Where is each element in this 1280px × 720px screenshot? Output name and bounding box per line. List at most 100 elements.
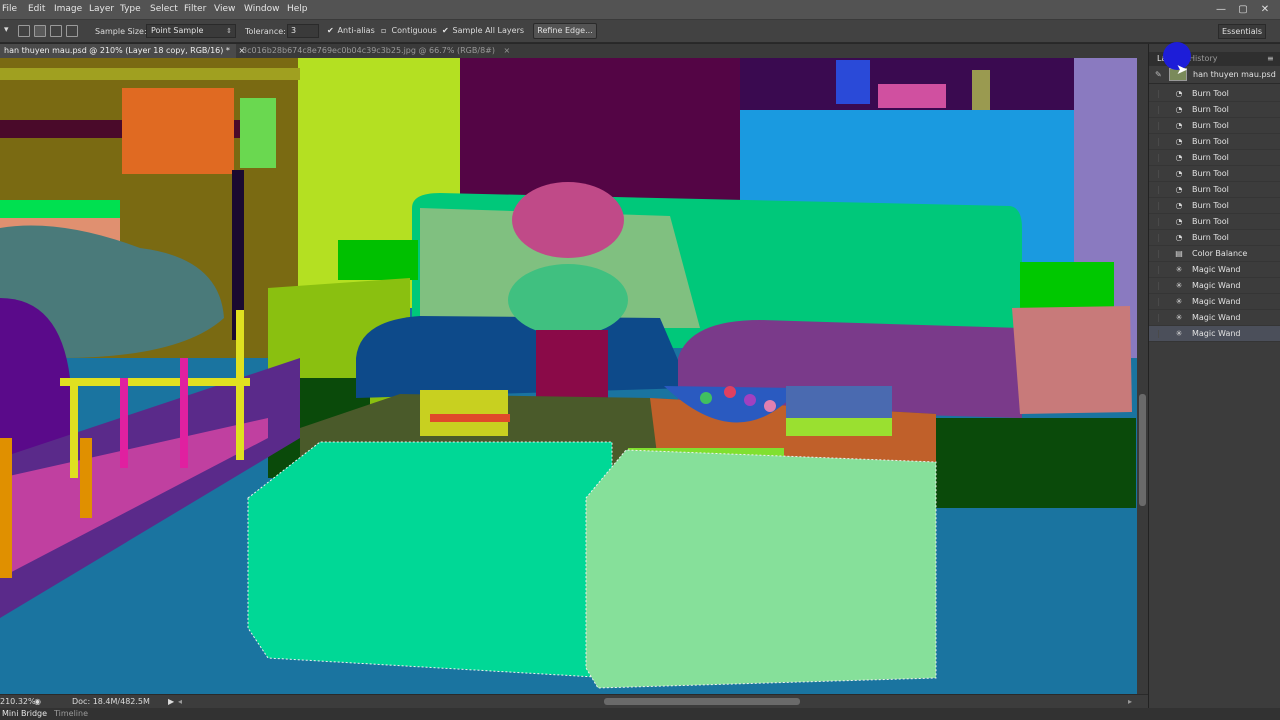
tab-timeline[interactable]: Timeline xyxy=(54,709,88,718)
magic-wand-icon: ✳ xyxy=(1175,297,1183,306)
sample-all-layers-checkbox[interactable]: ✔ Sample All Layers xyxy=(442,26,524,35)
segmentation-image xyxy=(0,58,1137,694)
history-source-slot[interactable] xyxy=(1158,138,1164,146)
history-item[interactable]: ◔ Burn Tool xyxy=(1149,150,1280,166)
left-ottoman xyxy=(247,441,613,679)
scroll-left-icon[interactable]: ◂ xyxy=(178,697,182,706)
refine-edge-button[interactable]: Refine Edge... xyxy=(533,23,597,39)
bottom-panel-bar: Mini Bridge Timeline xyxy=(0,708,1280,720)
history-item[interactable]: ◔ Burn Tool xyxy=(1149,166,1280,182)
history-item-label: Magic Wand xyxy=(1192,313,1241,322)
history-source-slot[interactable] xyxy=(1158,314,1164,322)
history-source-slot[interactable] xyxy=(1158,266,1164,274)
history-source-slot[interactable] xyxy=(1158,218,1164,226)
tab-label: han thuyen mau.psd @ 210% (Layer 18 copy… xyxy=(4,46,230,55)
menu-window[interactable]: Window xyxy=(244,4,280,14)
history-item-label: Burn Tool xyxy=(1192,169,1229,178)
history-item[interactable]: ✳ Magic Wand xyxy=(1149,262,1280,278)
history-item[interactable]: ▤ Color Balance xyxy=(1149,246,1280,262)
close-tab-icon[interactable]: × xyxy=(504,46,511,55)
menu-file[interactable]: File xyxy=(2,4,17,14)
restore-icon[interactable]: ▢ xyxy=(1236,3,1250,17)
history-item[interactable]: ◔ Burn Tool xyxy=(1149,86,1280,102)
document-tab-active[interactable]: han thuyen mau.psd @ 210% (Layer 18 copy… xyxy=(0,44,245,58)
history-item[interactable]: ◔ Burn Tool xyxy=(1149,118,1280,134)
history-source-slot[interactable] xyxy=(1158,250,1164,258)
book-stack xyxy=(420,390,508,436)
tolerance-input[interactable]: 3 xyxy=(287,24,319,38)
subtract-selection-icon[interactable] xyxy=(50,25,62,37)
history-item[interactable]: ◔ Burn Tool xyxy=(1149,230,1280,246)
menu-filter[interactable]: Filter xyxy=(184,4,206,14)
menu-type[interactable]: Type xyxy=(120,4,141,14)
close-icon[interactable]: ✕ xyxy=(1258,3,1272,17)
menu-select[interactable]: Select xyxy=(150,4,178,14)
status-menu-arrow-icon[interactable]: ▶ xyxy=(168,697,174,706)
orange-lamp-shade xyxy=(122,88,234,174)
magic-wand-icon: ✳ xyxy=(1175,281,1183,290)
menu-layer[interactable]: Layer xyxy=(89,4,114,14)
scroll-right-icon[interactable]: ▸ xyxy=(1128,697,1132,706)
history-source-slot[interactable] xyxy=(1158,106,1164,114)
history-item[interactable]: ◔ Burn Tool xyxy=(1149,198,1280,214)
options-bar: ▾ Sample Size: Point Sample ⇕ Tolerance:… xyxy=(0,20,1280,43)
history-item-label: Burn Tool xyxy=(1192,89,1229,98)
history-item[interactable]: ✳ Magic Wand xyxy=(1149,326,1280,342)
workspace-switcher[interactable]: Essentials xyxy=(1218,24,1266,39)
history-source-slot[interactable] xyxy=(1158,122,1164,130)
history-item[interactable]: ◔ Burn Tool xyxy=(1149,134,1280,150)
history-source-slot[interactable] xyxy=(1158,202,1164,210)
intersect-selection-icon[interactable] xyxy=(66,25,78,37)
history-item[interactable]: ◔ Burn Tool xyxy=(1149,102,1280,118)
menu-image[interactable]: Image xyxy=(54,4,82,14)
status-info-icon[interactable]: ◉ xyxy=(34,697,41,706)
history-item[interactable]: ◔ Burn Tool xyxy=(1149,214,1280,230)
history-item-label: Burn Tool xyxy=(1192,137,1229,146)
add-to-selection-icon[interactable] xyxy=(34,25,46,37)
pink-cushion xyxy=(1012,306,1132,414)
menu-edit[interactable]: Edit xyxy=(28,4,45,14)
tool-preset-chevron-icon[interactable]: ▾ xyxy=(4,25,9,35)
history-source-slot[interactable] xyxy=(1158,282,1164,290)
burn-tool-icon: ◔ xyxy=(1175,201,1183,210)
menu-help[interactable]: Help xyxy=(287,4,308,14)
history-item[interactable]: ✳ Magic Wand xyxy=(1149,294,1280,310)
panel-menu-icon[interactable]: ≡ xyxy=(1267,54,1274,63)
tab-history[interactable]: History xyxy=(1189,54,1217,63)
history-item[interactable]: ✳ Magic Wand xyxy=(1149,278,1280,294)
history-source-slot[interactable] xyxy=(1158,170,1164,178)
contiguous-checkbox[interactable]: ▫ Contiguous xyxy=(381,26,437,35)
document-tab-bar: han thuyen mau.psd @ 210% (Layer 18 copy… xyxy=(0,44,1148,58)
history-item[interactable]: ◔ Burn Tool xyxy=(1149,182,1280,198)
menu-view[interactable]: View xyxy=(214,4,235,14)
history-brush-icon[interactable]: ✎ xyxy=(1155,70,1162,79)
burn-tool-icon: ◔ xyxy=(1175,185,1183,194)
unchecked-box-icon: ▫ xyxy=(381,26,387,35)
burn-tool-icon: ◔ xyxy=(1175,169,1183,178)
history-source-slot[interactable] xyxy=(1158,186,1164,194)
history-source-slot[interactable] xyxy=(1158,234,1164,242)
vertical-scroll-thumb[interactable] xyxy=(1139,394,1146,506)
tab-mini-bridge[interactable]: Mini Bridge xyxy=(2,709,47,718)
history-item[interactable]: ✳ Magic Wand xyxy=(1149,310,1280,326)
history-snapshot[interactable]: ✎ han thuyen mau.psd xyxy=(1149,66,1280,84)
history-item-label: Burn Tool xyxy=(1192,153,1229,162)
sample-size-value: Point Sample xyxy=(151,26,204,35)
right-ottoman xyxy=(585,449,937,689)
horizontal-scroll-thumb[interactable] xyxy=(604,698,800,705)
sample-size-select[interactable]: Point Sample ⇕ xyxy=(146,24,236,38)
history-source-slot[interactable] xyxy=(1158,330,1164,338)
zoom-level[interactable]: 210.32% xyxy=(0,697,36,706)
document-tab-inactive[interactable]: 3c016b28b674c8e769ec0b04c39c3b25.jpg @ 6… xyxy=(238,44,510,58)
select-arrow-icon: ⇕ xyxy=(226,27,232,35)
document-canvas[interactable] xyxy=(0,58,1137,694)
history-source-slot[interactable] xyxy=(1158,154,1164,162)
history-source-slot[interactable] xyxy=(1158,90,1164,98)
new-selection-icon[interactable] xyxy=(18,25,30,37)
burn-tool-icon: ◔ xyxy=(1175,153,1183,162)
antialias-checkbox[interactable]: ✔ Anti-alias xyxy=(327,26,375,35)
vertical-scrollbar[interactable] xyxy=(1137,58,1148,694)
minimize-icon[interactable]: — xyxy=(1214,3,1228,17)
history-source-slot[interactable] xyxy=(1158,298,1164,306)
window-controls: — ▢ ✕ xyxy=(1214,3,1274,17)
